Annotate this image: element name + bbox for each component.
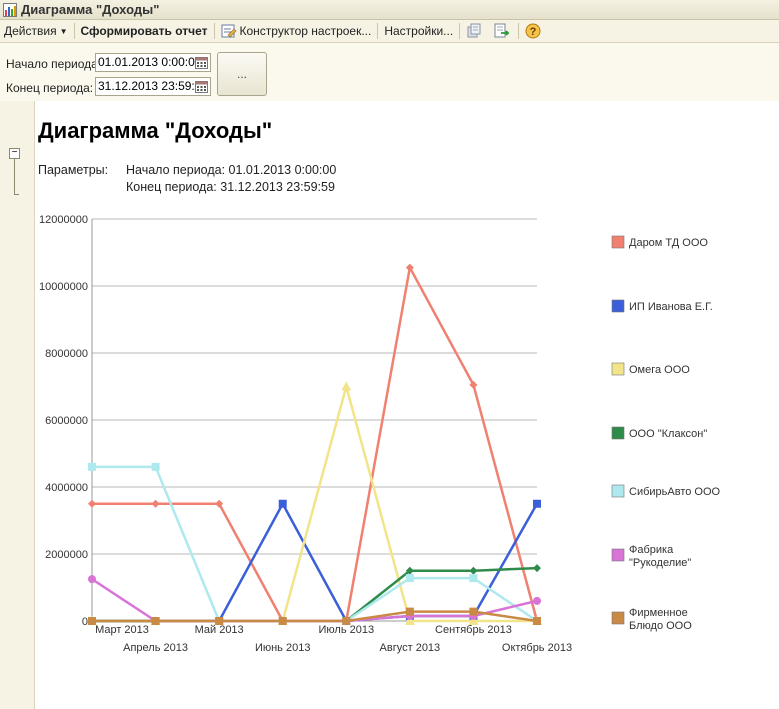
data-point-marker — [88, 499, 96, 508]
data-point-marker — [469, 607, 478, 616]
x-tick-label: Апрель 2013 — [123, 642, 188, 654]
x-tick-label: Март 2013 — [95, 624, 149, 636]
data-point-marker — [88, 462, 96, 471]
legend-label: СибирьАвто ООО — [629, 486, 721, 498]
data-point-marker — [533, 499, 541, 508]
legend-swatch — [611, 611, 625, 625]
x-tick-label: Май 2013 — [195, 624, 244, 636]
y-tick-label: 8000000 — [45, 348, 88, 360]
series-line — [92, 502, 539, 623]
data-point-marker — [342, 617, 351, 625]
data-point-marker — [215, 617, 224, 625]
y-tick-label: 10000000 — [39, 281, 88, 293]
series-line — [92, 465, 538, 623]
data-point-marker — [469, 574, 478, 583]
legend-swatch — [611, 426, 625, 440]
data-point-marker — [533, 617, 541, 625]
data-point-marker — [88, 617, 96, 625]
series-line — [92, 266, 539, 623]
legend-swatch — [611, 548, 625, 562]
data-point-marker — [533, 596, 541, 605]
legend-label: Фирменное — [629, 607, 688, 619]
legend-label: Фабрика — [629, 544, 674, 556]
data-point-marker — [151, 462, 160, 471]
legend-swatch — [611, 362, 625, 376]
x-tick-label: Август 2013 — [380, 642, 441, 654]
data-point-marker — [405, 574, 414, 583]
y-tick-label: 4000000 — [45, 482, 88, 494]
legend-label: Блюдо ООО — [629, 620, 692, 632]
data-point-marker — [151, 617, 160, 625]
legend-swatch — [611, 299, 625, 313]
legend-label: Даром ТД ООО — [629, 237, 708, 249]
data-point-marker — [278, 617, 287, 625]
data-point-marker — [341, 381, 352, 391]
y-tick-label: 6000000 — [45, 415, 88, 427]
legend-swatch — [611, 235, 625, 249]
data-point-marker — [278, 499, 287, 508]
x-tick-label: Октябрь 2013 — [502, 642, 572, 654]
legend-label: Омега ООО — [629, 364, 690, 376]
x-tick-label: Сентябрь 2013 — [435, 624, 512, 636]
data-point-marker — [533, 564, 541, 573]
legend-label: ООО "Клаксон" — [629, 428, 707, 440]
x-tick-label: Июнь 2013 — [255, 642, 311, 654]
data-point-marker — [405, 607, 414, 616]
data-point-marker — [88, 575, 96, 584]
income-line-chart: 0 2000000 4000000 6000000 8000000 10000000 120… — [39, 214, 721, 654]
legend-swatch — [611, 484, 625, 498]
y-tick-label: 12000000 — [39, 214, 88, 226]
data-point-marker — [151, 499, 160, 508]
legend-label: "Рукоделие" — [629, 557, 691, 569]
y-tick-label: 0 — [82, 616, 88, 628]
legend-label: ИП Иванова Е.Г. — [629, 301, 713, 313]
data-point-marker — [469, 566, 478, 575]
y-tick-label: 2000000 — [45, 549, 88, 561]
x-tick-label: Июль 2013 — [318, 624, 374, 636]
